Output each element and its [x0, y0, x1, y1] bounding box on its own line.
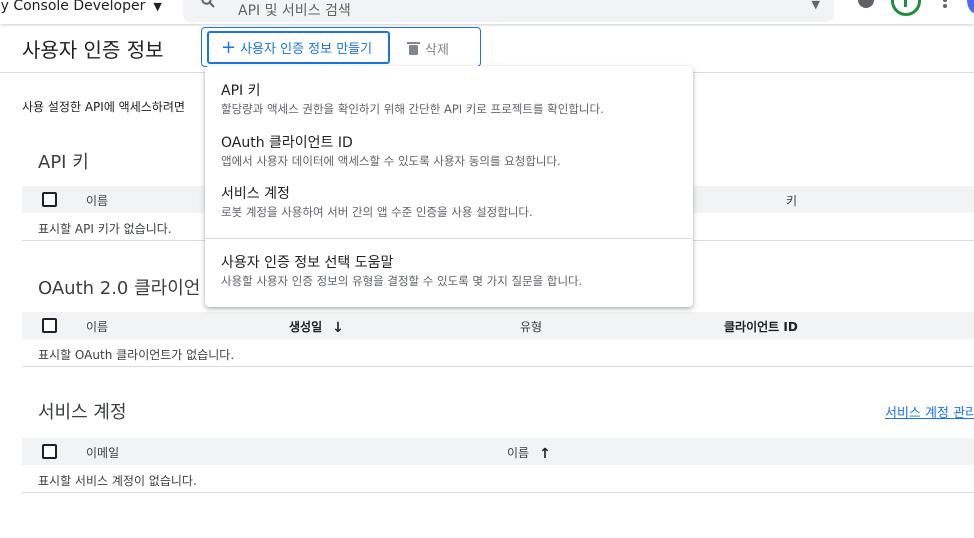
menu-item-desc: 할당량과 액세스 권한을 확인하기 위해 간단한 API 키로 프로젝트를 확인… [221, 102, 604, 116]
project-selector[interactable]: ay Console Developer ▼ [0, 0, 162, 14]
api-keys-title: API 키 [38, 152, 89, 173]
create-credentials-button[interactable]: + 사용자 인증 정보 만들기 [207, 31, 390, 64]
delete-button[interactable]: 삭제 [407, 34, 449, 62]
manage-service-accounts-link[interactable]: 서비스 계정 관리 [885, 402, 974, 421]
menu-item-desc: 사용할 사용자 인증 정보의 유형을 결정할 수 있도록 몇 가지 질문을 합니… [221, 274, 583, 288]
search-placeholder: API 및 서비스 검색 [238, 3, 351, 19]
col-key[interactable]: 키 [786, 192, 797, 209]
arrow-up-icon: ↑ [539, 446, 551, 462]
arrow-down-icon: ↓ [332, 320, 344, 336]
select-all-checkbox[interactable] [42, 192, 57, 207]
oauth-table-header: 이름 생성일 ↓ 유형 클라이언트 ID [22, 312, 974, 339]
col-name-label: 이름 [507, 446, 530, 460]
more-vert-icon[interactable] [941, 0, 949, 12]
menu-item-api-key[interactable]: API 키 할당량과 액세스 권한을 확인하기 위해 간단한 API 키로 프로… [205, 80, 693, 130]
avatar[interactable] [891, 0, 921, 16]
select-all-checkbox[interactable] [42, 318, 57, 333]
col-email[interactable]: 이메일 [86, 444, 119, 461]
project-name: ay Console Developer [0, 0, 146, 14]
intro-text: 사용 설정한 API에 액세스하려면 [22, 100, 185, 114]
menu-item-desc: 앱에서 사용자 데이터에 액세스할 수 있도록 사용자 동의를 요청합니다. [221, 154, 561, 168]
help-icon[interactable] [858, 0, 874, 8]
menu-item-title: API 키 [221, 83, 261, 99]
service-accounts-title: 서비스 계정 [38, 402, 127, 423]
menu-divider [205, 238, 693, 239]
search-bar[interactable]: API 및 서비스 검색 ▼ [183, 0, 834, 22]
col-name[interactable]: 이름 [86, 192, 108, 209]
account-avatar[interactable] [967, 0, 974, 14]
search-icon [201, 0, 215, 8]
top-app-bar: ay Console Developer ▼ API 및 서비스 검색 ▼ [0, 0, 974, 24]
empty-message: 표시할 OAuth 클라이언트가 없습니다. [38, 348, 235, 362]
col-name[interactable]: 이름 ↑ [507, 444, 551, 462]
menu-item-oauth-client-id[interactable]: OAuth 클라이언트 ID 앱에서 사용자 데이터에 액세스할 수 있도록 사… [205, 132, 693, 182]
menu-item-service-account[interactable]: 서비스 계정 로봇 계정을 사용하여 서버 간의 앱 수준 인증을 사용 설정합… [205, 183, 693, 233]
col-type[interactable]: 유형 [520, 318, 542, 335]
col-client-id[interactable]: 클라이언트 ID [724, 318, 798, 335]
menu-item-title: 사용자 인증 정보 선택 도움말 [221, 255, 394, 271]
service-accounts-table-header: 이메일 이름 ↑ [22, 438, 974, 465]
create-credentials-label: 사용자 인증 정보 만들기 [240, 42, 373, 57]
oauth-empty-row: 표시할 OAuth 클라이언트가 없습니다. [22, 339, 974, 367]
action-bar: + 사용자 인증 정보 만들기 삭제 [201, 27, 481, 67]
service-accounts-empty-row: 표시할 서비스 계정이 없습니다. [22, 465, 974, 493]
select-all-checkbox[interactable] [42, 444, 57, 459]
plus-icon: + [221, 36, 237, 58]
col-created[interactable]: 생성일 ↓ [289, 318, 344, 336]
menu-item-desc: 로봇 계정을 사용하여 서버 간의 앱 수준 인증을 사용 설정합니다. [221, 205, 533, 219]
menu-item-title: 서비스 계정 [221, 186, 290, 202]
trash-icon [407, 41, 420, 55]
col-name[interactable]: 이름 [86, 318, 108, 335]
menu-item-help-me-choose[interactable]: 사용자 인증 정보 선택 도움말 사용할 사용자 인증 정보의 유형을 결정할 … [205, 252, 693, 302]
delete-label: 삭제 [425, 42, 449, 58]
page-title: 사용자 인증 정보 [22, 38, 164, 62]
caret-down-icon: ▼ [153, 0, 162, 13]
menu-item-title: OAuth 클라이언트 ID [221, 135, 353, 151]
empty-message: 표시할 서비스 계정이 없습니다. [38, 474, 197, 488]
empty-message: 표시할 API 키가 없습니다. [38, 222, 172, 236]
oauth-title: OAuth 2.0 클라이언 [38, 278, 201, 299]
chevron-down-icon[interactable]: ▼ [812, 0, 820, 11]
create-credentials-menu: API 키 할당량과 액세스 권한을 확인하기 위해 간단한 API 키로 프로… [205, 66, 693, 307]
col-created-label: 생성일 [289, 320, 323, 334]
